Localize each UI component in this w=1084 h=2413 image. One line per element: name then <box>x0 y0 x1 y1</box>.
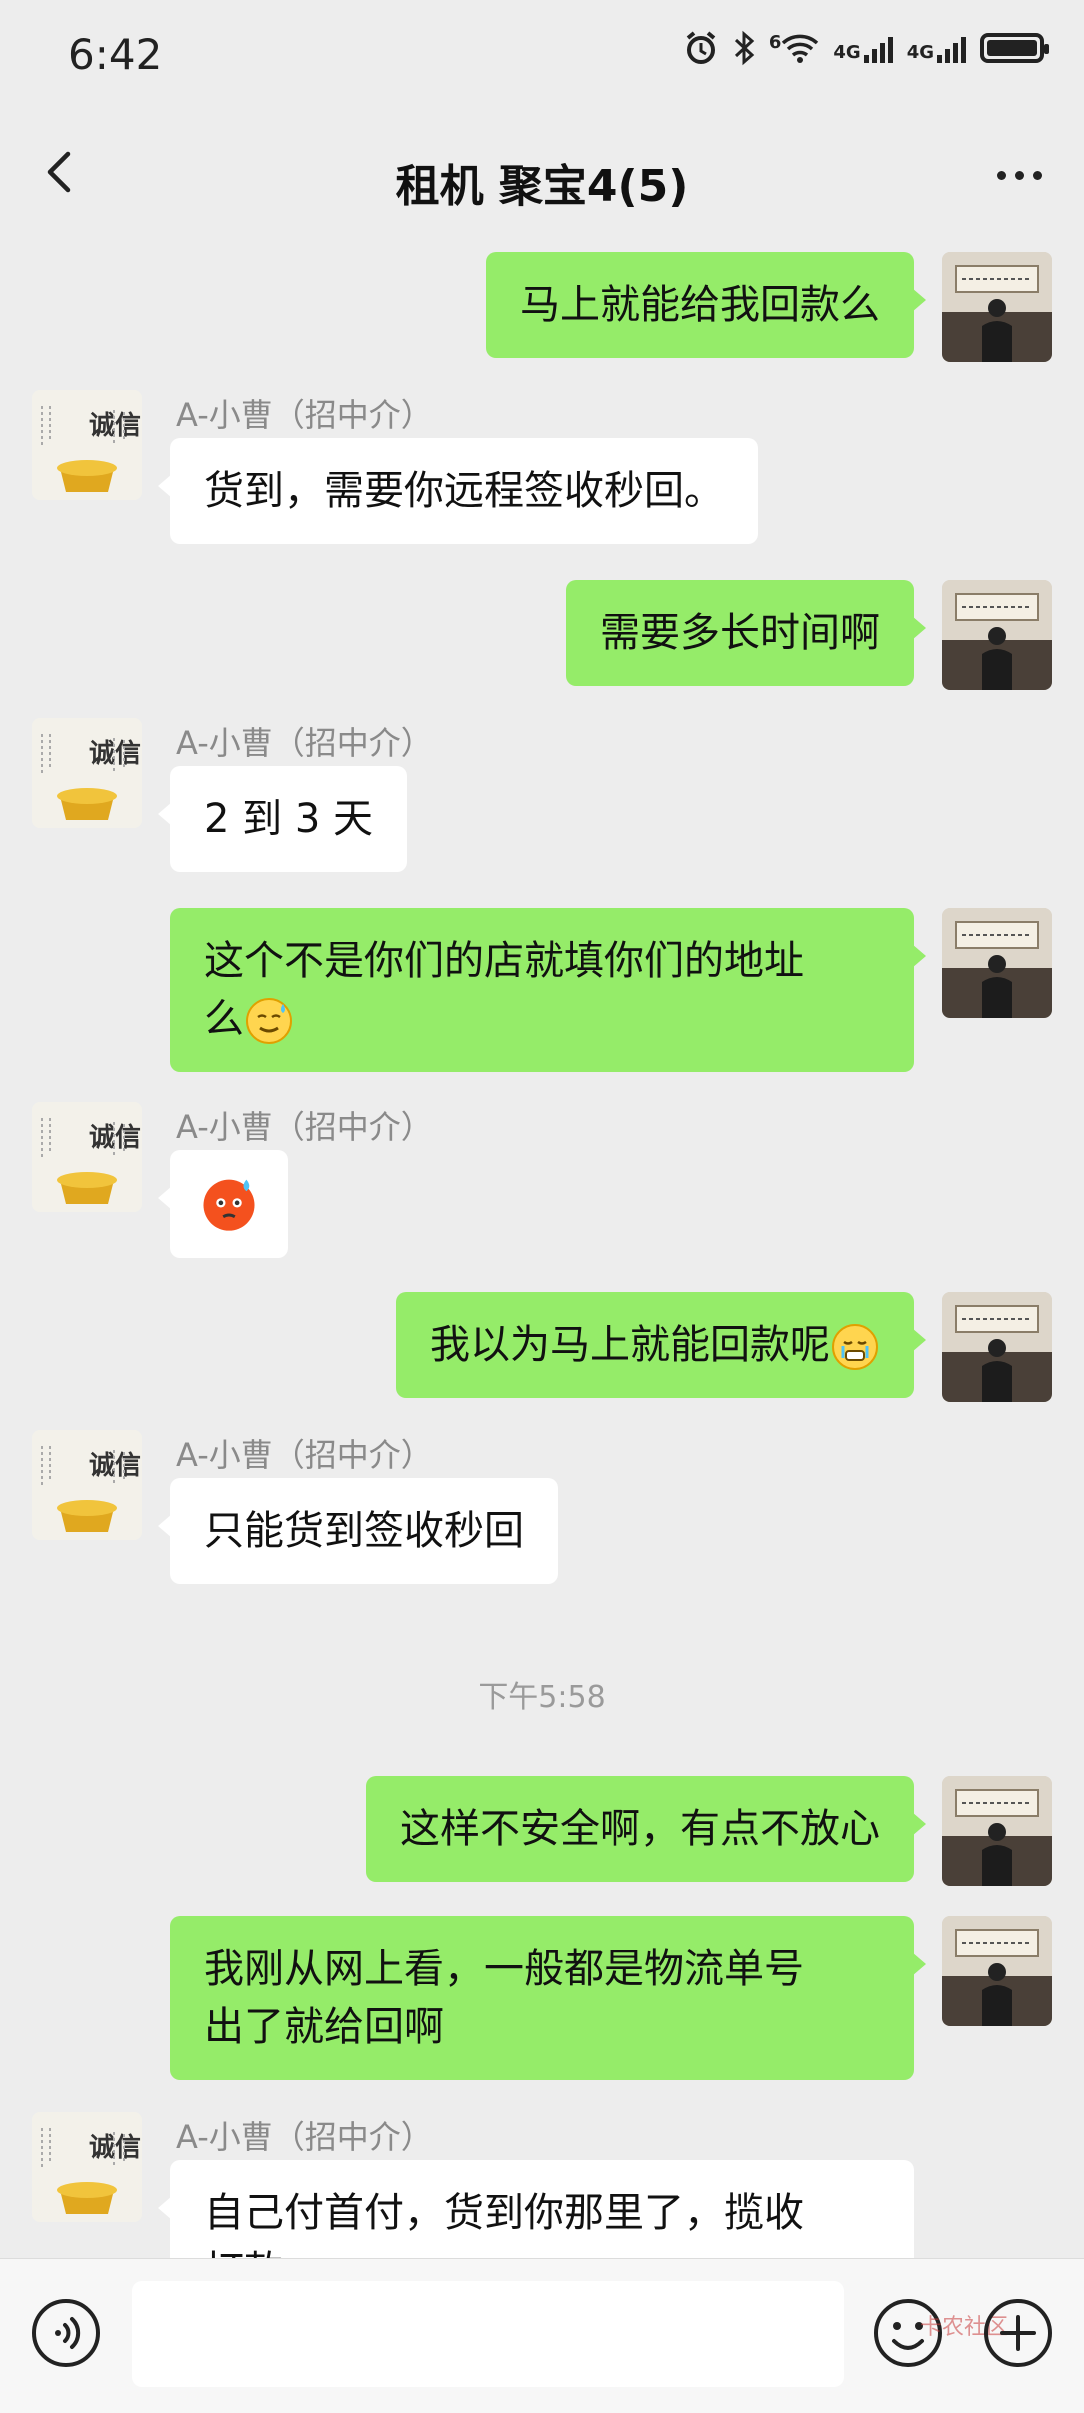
message-list[interactable]: 马上就能给我回款么 诚信 A-小曹（招中介） 货到，需要你远程签收秒回。 需要多… <box>0 240 1084 2258</box>
message-text-line: 自己付首付，货到你那里了，揽收 <box>204 2190 804 2236</box>
timestamp: 下午5:58 <box>478 1680 606 1715</box>
svg-text:诚信: 诚信 <box>89 2133 141 2163</box>
message-bubble-self[interactable]: 我以为马上就能回款呢 <box>396 1292 926 1398</box>
office-photo-avatar <box>942 580 1052 690</box>
message-bubble-contact[interactable]: 只能货到签收秒回 <box>158 1478 558 1584</box>
face-with-sweat-emoji-icon <box>203 1179 255 1231</box>
signal-bars-icon <box>863 33 893 63</box>
chengxin-avatar: 诚信 <box>32 1430 142 1540</box>
status-icons: 6 4G 4G <box>683 30 1049 66</box>
svg-text:诚信: 诚信 <box>89 1123 141 1153</box>
office-photo-avatar <box>942 1776 1052 1886</box>
message-text-line: 么 <box>204 990 880 1048</box>
office-photo-avatar <box>942 1292 1052 1402</box>
message-bubble-contact[interactable]: 2 到 3 天 <box>157 766 408 872</box>
sender-name: A-小曹（招中介） <box>176 1436 433 1474</box>
message-bubble-contact[interactable]: 自己付首付，货到你那里了，揽收 打款 <box>158 2160 914 2258</box>
sender-name: A-小曹（招中介） <box>176 724 433 762</box>
avatar-self[interactable] <box>942 1916 1052 2026</box>
message-bubble-contact[interactable] <box>158 1150 288 1258</box>
office-photo-avatar <box>942 1916 1052 2026</box>
tearful-emoji-icon <box>832 1324 878 1370</box>
chengxin-avatar: 诚信 <box>32 718 142 828</box>
avatar-self[interactable] <box>942 1776 1052 1886</box>
network-label-1: 4G <box>833 42 861 63</box>
message-bubble-self[interactable]: 这样不安全啊，有点不放心 <box>366 1776 926 1882</box>
battery-icon <box>980 33 1049 63</box>
svg-text:诚信: 诚信 <box>89 1451 141 1481</box>
sender-name: A-小曹（招中介） <box>176 1108 433 1146</box>
message-bubble-self[interactable]: 需要多长时间啊 <box>566 580 926 686</box>
chat-title: 租机 聚宝4(5) <box>395 161 689 212</box>
cell-signal-2: 4G <box>907 33 966 63</box>
chat-header: 租机 聚宝4(5) <box>0 110 1084 240</box>
avatar-contact[interactable]: 诚信 <box>32 390 142 500</box>
chengxin-avatar: 诚信 <box>32 390 142 500</box>
alarm-icon <box>686 31 716 64</box>
input-bar: 卡农社区 <box>0 2258 1084 2413</box>
svg-text:诚信: 诚信 <box>89 411 141 441</box>
cell-signal-1: 4G <box>833 33 893 63</box>
more-dot-icon <box>1032 170 1042 180</box>
more-dot-icon <box>1014 170 1024 180</box>
avatar-self[interactable] <box>942 580 1052 690</box>
voice-icon <box>32 2299 100 2367</box>
office-photo-avatar <box>942 908 1052 1018</box>
avatar-contact[interactable]: 诚信 <box>32 2112 142 2222</box>
message-input[interactable] <box>132 2281 844 2387</box>
message-bubble-contact[interactable]: 货到，需要你远程签收秒回。 <box>158 438 758 544</box>
avatar-contact[interactable]: 诚信 <box>32 1102 142 1212</box>
more-dot-icon <box>996 170 1006 180</box>
svg-text:诚信: 诚信 <box>89 739 141 769</box>
avatar-self[interactable] <box>942 252 1052 362</box>
sweat-smile-emoji-icon <box>246 998 292 1044</box>
avatar-contact[interactable]: 诚信 <box>32 1430 142 1540</box>
avatar-self[interactable] <box>942 908 1052 1018</box>
wifi-label: 6 <box>768 32 782 53</box>
message-text-line: 这个不是你们的店就填你们的地址 <box>204 938 804 984</box>
signal-bars-icon <box>937 33 966 63</box>
status-bar: 6:42 6 4G 4G <box>0 0 1084 110</box>
network-label-2: 4G <box>906 42 934 63</box>
chengxin-avatar: 诚信 <box>32 2112 142 2222</box>
message-bubble-self[interactable]: 这个不是你们的店就填你们的地址 么 <box>170 908 926 1072</box>
status-time: 6:42 <box>68 30 163 79</box>
message-bubble-self[interactable]: 我刚从网上看，一般都是物流单号 出了就给回啊 <box>170 1916 926 2080</box>
more-functions-button[interactable] <box>982 2297 1054 2369</box>
more-options-button[interactable] <box>984 150 1054 200</box>
avatar-contact[interactable]: 诚信 <box>32 718 142 828</box>
avatar-self[interactable] <box>942 1292 1052 1402</box>
plus-icon <box>984 2299 1052 2367</box>
office-photo-avatar <box>942 252 1052 362</box>
sender-name: A-小曹（招中介） <box>176 396 433 434</box>
message-bubble-self[interactable]: 马上就能给我回款么 <box>486 252 926 358</box>
chengxin-avatar: 诚信 <box>32 1102 142 1212</box>
wifi-icon <box>782 34 819 63</box>
voice-input-button[interactable] <box>30 2297 102 2369</box>
sender-name: A-小曹（招中介） <box>176 2118 433 2156</box>
wifi-indicator: 6 <box>769 32 820 64</box>
message-text-line: 我刚从网上看，一般都是物流单号 <box>204 1946 804 1992</box>
message-text-line: 出了就给回啊 <box>204 2004 444 2050</box>
message-text-line: 打款 <box>204 2242 880 2258</box>
bluetooth-icon <box>734 30 755 66</box>
